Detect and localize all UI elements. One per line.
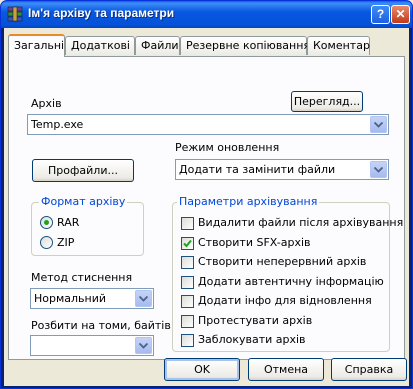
- split-volumes-combo[interactable]: [30, 335, 154, 356]
- authenticity-label[interactable]: Додати автентичну інформацію: [198, 275, 384, 288]
- test-archive-checkbox[interactable]: [181, 315, 194, 328]
- cancel-button[interactable]: Отмена: [248, 358, 324, 381]
- delete-after-checkbox[interactable]: [181, 217, 194, 230]
- delete-after-label[interactable]: Видалити файли після архівування: [198, 216, 403, 229]
- update-mode-combo[interactable]: Додати та замінити файли: [175, 159, 389, 180]
- dialog-client: Загальні Додаткові Файли Резервне копіюв…: [4, 28, 409, 386]
- archive-label: Архів: [31, 97, 62, 110]
- zip-label[interactable]: ZIP: [57, 236, 74, 249]
- authenticity-checkbox[interactable]: [181, 276, 194, 289]
- create-sfx-checkbox[interactable]: [181, 237, 194, 250]
- compression-combo[interactable]: Нормальний: [30, 288, 154, 309]
- archive-format-title: Формат архіву: [39, 195, 128, 208]
- test-archive-label[interactable]: Протестувати архів: [198, 314, 312, 327]
- chevron-down-icon[interactable]: [370, 116, 387, 133]
- profiles-button[interactable]: Профайли...: [32, 159, 134, 182]
- create-sfx-label[interactable]: Створити SFX-архів: [198, 236, 311, 249]
- help-title-button[interactable]: ?: [371, 5, 390, 24]
- window-title: Ім'я архіву та параметри: [28, 6, 175, 20]
- tab-comment[interactable]: Коментар: [307, 36, 370, 55]
- chevron-down-icon[interactable]: [370, 161, 387, 178]
- rar-label[interactable]: RAR: [57, 216, 79, 229]
- radio-dot-icon: [44, 220, 49, 225]
- tab-general[interactable]: Загальні: [8, 34, 65, 57]
- browse-button[interactable]: Перегляд...: [291, 91, 363, 112]
- general-tab-panel: Архів Перегляд... Temp.exe Режим оновлен…: [8, 56, 405, 360]
- tab-advanced[interactable]: Додаткові: [65, 36, 135, 55]
- archiving-options-title: Параметри архівування: [177, 195, 320, 208]
- ok-button[interactable]: OK: [164, 358, 240, 381]
- solid-archive-checkbox[interactable]: [181, 256, 194, 269]
- close-button[interactable]: ✕: [391, 5, 410, 24]
- lock-archive-checkbox[interactable]: [181, 334, 194, 347]
- recovery-record-checkbox[interactable]: [181, 295, 194, 308]
- chevron-down-icon[interactable]: [135, 337, 152, 354]
- zip-radio[interactable]: [40, 236, 53, 249]
- checkmark-icon: [183, 239, 192, 248]
- archive-name-value: Temp.exe: [31, 118, 84, 131]
- winrar-icon: [7, 6, 23, 22]
- dialog-window: Ім'я архіву та параметри ? ✕ Загальні До…: [0, 0, 413, 389]
- solid-archive-label[interactable]: Створити неперервний архів: [198, 255, 366, 268]
- tab-files[interactable]: Файли: [135, 36, 180, 55]
- chevron-down-icon[interactable]: [135, 290, 152, 307]
- update-mode-label: Режим оновлення: [175, 141, 280, 154]
- recovery-record-label[interactable]: Додати інфо для відновлення: [198, 294, 372, 307]
- lock-archive-label[interactable]: Заблокувати архів: [198, 333, 306, 346]
- rar-radio[interactable]: [40, 216, 53, 229]
- archive-name-combo[interactable]: Temp.exe: [27, 114, 389, 135]
- help-button[interactable]: Справка: [331, 358, 407, 381]
- title-bar[interactable]: Ім'я архіву та параметри ? ✕: [1, 1, 412, 28]
- split-volumes-label: Розбити на томи, байтів: [31, 319, 171, 332]
- tab-backup[interactable]: Резервне копіювання: [180, 36, 310, 55]
- compression-value: Нормальний: [34, 292, 107, 305]
- compression-label: Метод стиснення: [31, 271, 133, 284]
- update-mode-value: Додати та замінити файли: [179, 163, 336, 176]
